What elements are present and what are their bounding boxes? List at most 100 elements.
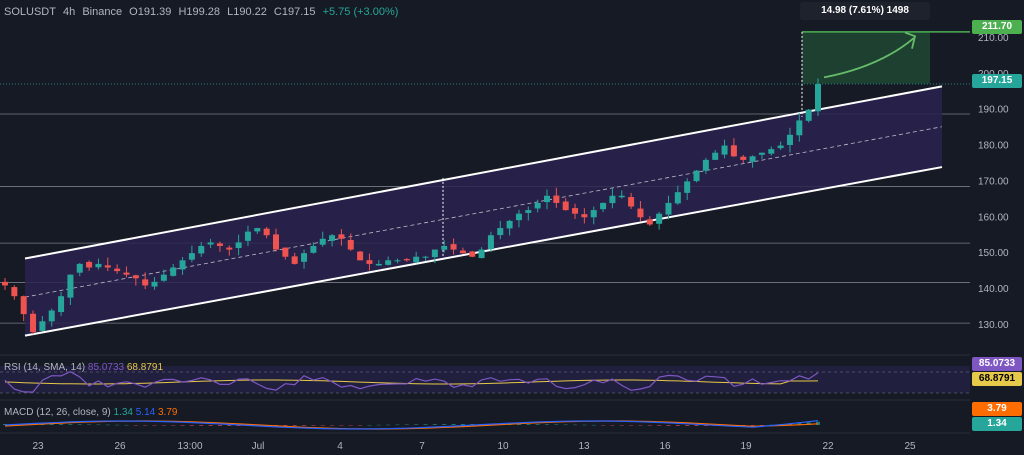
candle-body <box>572 208 579 214</box>
channel-fill <box>25 86 942 336</box>
macd-hist-bar <box>171 425 176 426</box>
macd-hist-bar <box>451 424 456 425</box>
macd-hist-bar <box>217 425 222 426</box>
candle-body <box>104 265 111 268</box>
symbol-name[interactable]: SOLUSDT <box>4 6 56 18</box>
candle-body <box>786 134 793 145</box>
candle-body <box>730 145 737 157</box>
macd-hist-bar <box>199 425 204 426</box>
candle-body <box>487 235 494 250</box>
candle-body <box>581 214 588 218</box>
macd-hist-bar <box>582 424 587 426</box>
price-tick-label: 160.00 <box>978 212 1009 223</box>
rsi-label: RSI (14, SMA, 14) <box>4 362 86 373</box>
macd-hist-bar <box>330 425 335 426</box>
candle-body <box>441 245 448 250</box>
macd-hist-bar <box>657 425 662 426</box>
candle-body <box>684 181 691 193</box>
candle-body <box>48 310 55 322</box>
interval[interactable]: 4h <box>63 6 75 18</box>
macd-hist-bar <box>591 424 596 426</box>
candle-body <box>712 152 719 160</box>
macd-hist-bar <box>227 425 232 426</box>
candle-body <box>263 228 270 236</box>
candle-body <box>375 263 382 266</box>
candle-body <box>609 195 616 204</box>
macd-hist-bar <box>610 425 615 426</box>
price-tick-label: 140.00 <box>978 284 1009 295</box>
macd-hist-bar <box>601 425 606 426</box>
candle-body <box>207 242 214 245</box>
macd-hist-bar <box>143 425 148 426</box>
candle-body <box>67 274 74 298</box>
time-tick-label: 26 <box>114 441 126 452</box>
candle-body <box>702 159 709 171</box>
candle-body <box>301 253 308 262</box>
macd-hist-bar <box>302 425 307 426</box>
candle-body <box>525 210 532 213</box>
macd-hist-bar <box>339 425 344 426</box>
candle-body <box>450 244 457 250</box>
candle-body <box>366 260 373 264</box>
candle-body <box>618 195 625 198</box>
candle-body <box>796 120 803 136</box>
candle-body <box>244 231 251 241</box>
macd-hist-bar <box>311 425 316 426</box>
candle-body <box>179 260 186 270</box>
candle-body <box>216 243 223 246</box>
candle-body <box>310 245 317 253</box>
candle-body <box>394 260 401 262</box>
macd-hist-bar <box>152 425 157 426</box>
rsi-sma: 68.8791 <box>126 362 164 373</box>
candle-body <box>422 256 429 258</box>
time-tick-label: 13 <box>578 441 590 452</box>
macd-hist-bar <box>545 424 549 425</box>
candle-body <box>188 253 195 260</box>
candle-body <box>413 256 420 263</box>
macd-hist-bar <box>96 424 101 426</box>
price-tick-label: 150.00 <box>978 248 1009 259</box>
macd-hist-bar <box>68 424 73 425</box>
time-tick-label: 16 <box>659 441 671 452</box>
macd-hist-bar <box>133 425 138 426</box>
candle-body <box>254 228 261 232</box>
macd-hist-bar <box>208 425 213 426</box>
candle-body <box>282 247 289 257</box>
high-value: H199.28 <box>178 6 221 18</box>
rsi-value-tag: 85.0733 <box>972 357 1022 371</box>
candle-body <box>338 234 345 239</box>
candle-body <box>469 251 476 257</box>
time-tick-label: Jul <box>252 441 265 452</box>
candle-body <box>665 202 672 215</box>
macd-line <box>4 420 819 430</box>
macd-hist-bar <box>161 425 166 426</box>
candle-body <box>226 247 233 250</box>
macd-hist-bar <box>115 424 120 426</box>
macd-hist-bar <box>414 424 419 425</box>
price-chart[interactable]: 130.00 140.00 150.00 160.00 170.00 180.00 190.… <box>0 0 1024 455</box>
candle-body <box>291 256 298 264</box>
macd-hist-bar <box>638 425 643 426</box>
measure-tooltip: 14.98 (7.61%) 1498 <box>800 2 930 20</box>
macd-hist-bar <box>358 425 363 426</box>
macd-hist-bar <box>554 424 559 425</box>
rsi-legend[interactable]: RSI (14, SMA, 14) 85.0733 68.8791 <box>4 362 163 373</box>
macd-hist-bar <box>386 424 391 426</box>
macd-hist-bar <box>535 424 540 425</box>
macd-hist-bar <box>666 425 671 426</box>
macd-legend[interactable]: MACD (12, 26, close, 9) 1.34 5.14 3.79 <box>4 407 177 418</box>
macd-hist-bar <box>526 424 531 425</box>
target-price-tag: 211.70 <box>972 20 1022 34</box>
candle-body <box>478 249 485 259</box>
macd-hist-bar <box>292 425 297 426</box>
candle-body <box>534 202 541 209</box>
candle-body <box>749 156 756 162</box>
candle-body <box>815 84 821 112</box>
candle-body <box>544 195 550 203</box>
macd-hist-bar <box>367 424 372 426</box>
candle-body <box>768 149 775 154</box>
macd-hist-bar <box>376 424 381 426</box>
candle-body <box>357 251 364 261</box>
candle-body <box>674 192 681 204</box>
macd-hist-bar <box>685 425 690 426</box>
